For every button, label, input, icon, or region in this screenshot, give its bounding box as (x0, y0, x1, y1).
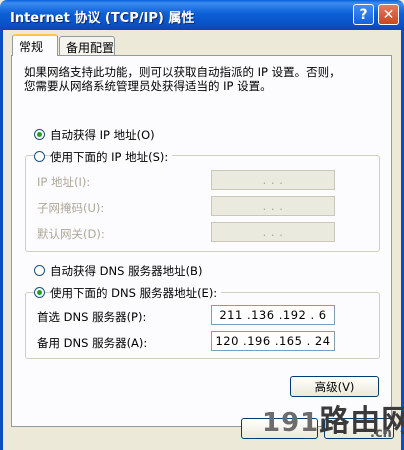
alternate-dns-label: 备用 DNS 服务器(A): (37, 336, 148, 350)
radio-auto-dns-label[interactable]: 自动获得 DNS 服务器地址(B) (50, 263, 202, 279)
tab-alternate-config[interactable]: 备用配置 (59, 36, 115, 55)
preferred-dns-label: 首选 DNS 服务器(P): (37, 310, 147, 324)
help-icon: ? (359, 6, 368, 23)
tab-general[interactable]: 常规 (12, 34, 58, 56)
ip-address-field[interactable]: . . . (211, 170, 335, 190)
watermark-number: 191 (262, 408, 320, 438)
description-text: 如果网络支持此功能，则可以获取自动指派的 IP 设置。否则， 您需要从网络系统管… (24, 65, 341, 93)
radio-manual-ip[interactable] (34, 151, 45, 162)
help-button[interactable]: ? (353, 4, 374, 25)
title-bar[interactable]: Internet 协议 (TCP/IP) 属性 ? ✕ (0, 0, 404, 30)
close-button[interactable]: ✕ (378, 4, 399, 25)
advanced-button[interactable]: 高级(V) (290, 376, 379, 397)
default-gateway-label: 默认网关(D): (37, 227, 105, 241)
ip-address-label: IP 地址(I): (37, 175, 91, 189)
radio-manual-dns[interactable] (34, 287, 45, 298)
radio-manual-dns-label[interactable]: 使用下面的 DNS 服务器地址(E): (50, 285, 222, 301)
watermark-domain: .cn (370, 426, 392, 441)
radio-auto-ip-label[interactable]: 自动获得 IP 地址(O) (50, 127, 155, 143)
window-title: Internet 协议 (TCP/IP) 属性 (10, 11, 195, 26)
radio-auto-ip[interactable] (34, 129, 45, 140)
alternate-dns-field[interactable]: 120 .196 .165 . 24 (211, 331, 335, 351)
radio-manual-ip-label[interactable]: 使用下面的 IP 地址(S): (50, 149, 173, 165)
close-icon: ✕ (382, 6, 395, 23)
default-gateway-field[interactable]: . . . (211, 222, 335, 242)
preferred-dns-field[interactable]: 211 .136 .192 . 6 (211, 305, 335, 325)
subnet-mask-label: 子网掩码(U): (37, 201, 105, 215)
window-border-left (0, 30, 3, 450)
radio-auto-dns[interactable] (34, 265, 45, 276)
subnet-mask-field[interactable]: . . . (211, 196, 335, 216)
